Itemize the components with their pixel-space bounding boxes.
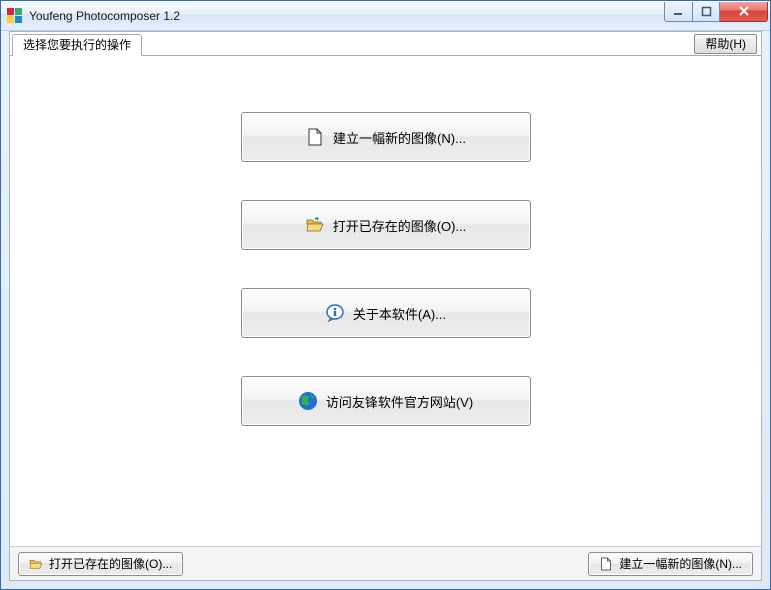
footer-open-image-button[interactable]: 打开已存在的图像(O)...	[18, 552, 183, 576]
new-image-button[interactable]: 建立一幅新的图像(N)...	[241, 112, 531, 162]
button-label: 打开已存在的图像(O)...	[49, 555, 172, 572]
tab-label: 选择您要执行的操作	[23, 38, 131, 52]
maximize-button[interactable]	[693, 2, 720, 22]
tab-row: 选择您要执行的操作 帮助(H)	[10, 32, 761, 56]
button-label: 打开已存在的图像(O)...	[333, 216, 467, 235]
button-label: 建立一幅新的图像(N)...	[333, 128, 466, 147]
new-file-icon	[599, 557, 613, 571]
window-title: Youfeng Photocomposer 1.2	[29, 9, 664, 23]
window-controls	[664, 2, 770, 22]
titlebar: Youfeng Photocomposer 1.2	[1, 1, 770, 31]
application-window: Youfeng Photocomposer 1.2 选择您要执行的操作 帮助(H…	[0, 0, 771, 590]
website-button[interactable]: 访问友锋软件官方网站(V)	[241, 376, 531, 426]
help-label: 帮助(H)	[705, 37, 746, 51]
footer: 打开已存在的图像(O)... 建立一幅新的图像(N)...	[10, 546, 761, 580]
open-folder-icon	[305, 215, 325, 235]
help-button[interactable]: 帮助(H)	[694, 34, 757, 54]
info-icon	[325, 303, 345, 323]
button-label: 关于本软件(A)...	[353, 304, 446, 323]
new-file-icon	[305, 127, 325, 147]
open-folder-icon	[29, 557, 43, 571]
close-button[interactable]	[720, 2, 768, 22]
tab-select-operation[interactable]: 选择您要执行的操作	[12, 34, 142, 56]
footer-new-image-button[interactable]: 建立一幅新的图像(N)...	[588, 552, 753, 576]
minimize-button[interactable]	[664, 2, 693, 22]
client-area: 选择您要执行的操作 帮助(H) 建立一幅新的图像(N)...	[9, 31, 762, 581]
main-panel: 建立一幅新的图像(N)... 打开已存在的图像(O)...	[10, 56, 761, 546]
about-button[interactable]: 关于本软件(A)...	[241, 288, 531, 338]
button-label: 访问友锋软件官方网站(V)	[326, 392, 473, 411]
open-image-button[interactable]: 打开已存在的图像(O)...	[241, 200, 531, 250]
button-label: 建立一幅新的图像(N)...	[619, 555, 742, 572]
app-icon	[7, 8, 23, 24]
globe-icon	[298, 391, 318, 411]
